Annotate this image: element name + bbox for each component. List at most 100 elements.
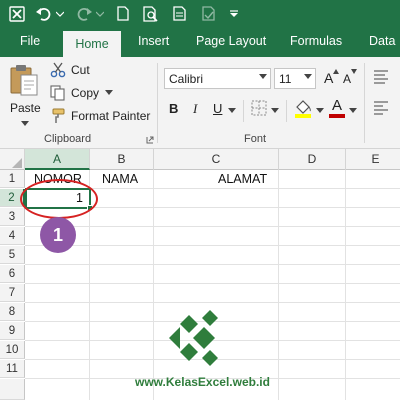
italic-button[interactable]: I xyxy=(193,101,197,117)
watermark-text: www.KelasExcel.web.id xyxy=(135,375,270,389)
group-separator-2 xyxy=(364,63,365,143)
step-badge: 1 xyxy=(40,217,76,253)
paste-button[interactable]: Paste xyxy=(6,63,42,135)
format-painter-label: Format Painter xyxy=(71,109,151,123)
decrease-font-size-button[interactable]: A xyxy=(343,69,357,87)
row-header-4[interactable]: 4 xyxy=(0,227,25,245)
row-header-6[interactable]: 6 xyxy=(0,265,25,283)
copy-dropdown-icon[interactable] xyxy=(105,90,114,96)
tab-home[interactable]: Home xyxy=(63,31,121,57)
tab-formulas[interactable]: Formulas xyxy=(290,34,342,48)
font-size-select[interactable]: 11 xyxy=(274,68,316,89)
tab-insert[interactable]: Insert xyxy=(138,34,169,48)
tab-page-layout[interactable]: Page Layout xyxy=(196,34,266,48)
select-all-corner[interactable] xyxy=(0,149,25,170)
gridline xyxy=(345,170,346,400)
row-header-1[interactable]: 1 xyxy=(0,170,25,188)
undo-icon[interactable] xyxy=(34,0,54,27)
fill-color-dropdown-icon[interactable] xyxy=(316,108,324,114)
clipboard-group-label: Clipboard xyxy=(44,133,92,145)
paste-label: Paste xyxy=(10,101,41,115)
column-header-b[interactable]: B xyxy=(90,149,154,170)
tab-file[interactable]: File xyxy=(20,34,40,48)
scissors-icon xyxy=(50,62,66,78)
kelasexcel-logo-icon xyxy=(169,310,218,366)
align-top-icon[interactable] xyxy=(373,70,389,84)
borders-dropdown-icon[interactable] xyxy=(271,108,279,114)
copy-label: Copy xyxy=(71,86,100,100)
paste-icon xyxy=(10,65,38,96)
font-color-swatch xyxy=(329,114,345,118)
column-header-e[interactable]: E xyxy=(346,149,400,170)
cut-label: Cut xyxy=(71,63,90,77)
gridline xyxy=(25,302,400,303)
gridline xyxy=(25,264,400,265)
paste-dropdown-icon[interactable] xyxy=(21,121,29,127)
format-separator-2 xyxy=(286,100,287,122)
font-color-button[interactable]: A xyxy=(329,97,347,119)
column-header-a[interactable]: A xyxy=(25,149,90,170)
excel-logo-icon xyxy=(6,0,28,27)
ribbon-tab-bar: File Home Insert Page Layout Formulas Da… xyxy=(0,27,400,57)
row-header-3[interactable]: 3 xyxy=(0,208,25,226)
row-header-8[interactable]: 8 xyxy=(0,303,25,321)
print-preview-icon[interactable] xyxy=(140,0,162,27)
format-separator xyxy=(243,100,244,122)
gridline xyxy=(25,226,400,227)
underline-button[interactable]: U xyxy=(213,101,222,116)
step-number: 1 xyxy=(52,225,63,245)
open-document-icon[interactable] xyxy=(170,0,190,27)
tab-home-label: Home xyxy=(75,37,109,51)
clipboard-dialog-launcher-icon[interactable] xyxy=(146,136,154,144)
fill-color-icon[interactable] xyxy=(294,98,312,118)
font-size-dropdown-icon xyxy=(304,74,312,79)
cell-c1[interactable]: ALAMAT xyxy=(218,172,267,186)
borders-icon[interactable] xyxy=(251,100,267,116)
select-all-icon xyxy=(12,158,22,168)
gridline xyxy=(25,245,400,246)
highlight-circle xyxy=(20,179,98,219)
format-painter-icon xyxy=(52,108,65,123)
grow-arrow-icon xyxy=(333,69,339,74)
cell-b1[interactable]: NAMA xyxy=(102,172,138,186)
font-name-value: Calibri xyxy=(169,72,204,86)
copy-icon xyxy=(50,85,65,101)
column-header-d[interactable]: D xyxy=(279,149,346,170)
group-separator xyxy=(157,63,158,143)
copy-button[interactable]: Copy xyxy=(50,85,118,101)
shrink-font-label: A xyxy=(343,72,352,86)
shrink-arrow-icon xyxy=(351,69,357,74)
row-header-12[interactable] xyxy=(0,379,25,400)
customize-toolbar-icon[interactable] xyxy=(226,0,242,27)
worksheet-grid: A B C D E 1 2 3 4 5 6 7 8 9 10 11 NOMOR … xyxy=(0,149,400,400)
increase-font-size-button[interactable]: A xyxy=(324,69,339,87)
gridline xyxy=(25,283,400,284)
font-name-dropdown-icon xyxy=(259,74,267,79)
row-header-11[interactable]: 11 xyxy=(0,360,25,378)
cut-button[interactable]: Cut xyxy=(50,62,90,78)
gridline xyxy=(153,170,154,400)
align-left-icon[interactable] xyxy=(373,101,389,115)
gridline xyxy=(278,170,279,400)
row-header-10[interactable]: 10 xyxy=(0,341,25,359)
quick-access-toolbar xyxy=(0,0,400,27)
row-header-7[interactable]: 7 xyxy=(0,284,25,302)
spelling-check-icon[interactable] xyxy=(199,0,219,27)
column-header-c[interactable]: C xyxy=(154,149,279,170)
underline-dropdown-icon[interactable] xyxy=(228,108,236,114)
undo-dropdown-icon[interactable] xyxy=(54,0,66,27)
tab-data[interactable]: Data xyxy=(369,34,395,48)
redo-dropdown-icon[interactable] xyxy=(94,0,106,27)
row-header-5[interactable]: 5 xyxy=(0,246,25,264)
new-document-icon[interactable] xyxy=(114,0,132,27)
grow-font-label: A xyxy=(324,70,334,86)
font-color-label: A xyxy=(332,97,343,114)
font-color-dropdown-icon[interactable] xyxy=(349,108,357,114)
font-group-label: Font xyxy=(244,133,267,145)
format-painter-button[interactable]: Format Painter xyxy=(50,108,150,124)
column-header-bar: A B C D E xyxy=(0,149,400,170)
row-header-9[interactable]: 9 xyxy=(0,322,25,340)
bold-button[interactable]: B xyxy=(169,101,178,116)
font-name-select[interactable]: Calibri xyxy=(164,68,271,89)
redo-icon[interactable] xyxy=(74,0,94,27)
